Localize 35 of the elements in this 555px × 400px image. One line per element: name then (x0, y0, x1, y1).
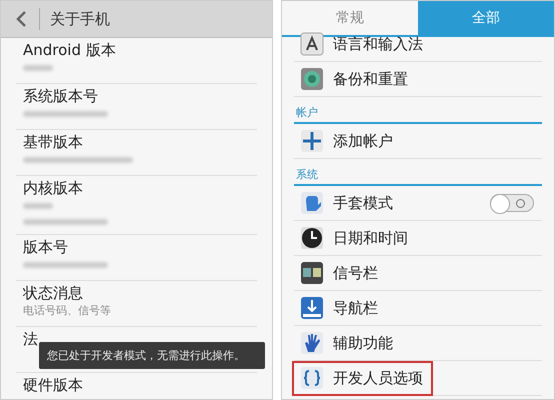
info-item-label[interactable]: 版本号 (23, 237, 68, 257)
backup-icon (300, 67, 324, 91)
info-item-label[interactable]: 硬件版本 (23, 375, 83, 395)
plus-icon (300, 129, 324, 153)
settings-item-label[interactable]: 手套模式 (333, 194, 393, 212)
section-header: 系统 (296, 168, 318, 181)
info-item-label[interactable]: 系统版本号 (23, 86, 98, 106)
developer-mode-toast: 您已处于开发者模式，无需进行此操作。 (39, 342, 265, 369)
hand-icon (300, 331, 324, 355)
keyboard-icon (300, 32, 324, 56)
settings-item-label[interactable]: 添加帐户 (333, 132, 393, 150)
settings-item-label[interactable]: 语言和输入法 (333, 34, 423, 54)
navigation-bar-icon (300, 296, 324, 320)
settings-item-label[interactable]: 信号栏 (333, 264, 378, 282)
back-icon[interactable] (15, 10, 27, 28)
info-item-label[interactable]: 状态消息 (23, 283, 83, 303)
info-item-label[interactable]: 内核版本 (23, 178, 83, 198)
info-item-label[interactable]: 法 (23, 329, 38, 349)
section-header: 帐户 (296, 106, 318, 119)
toggle-switch[interactable] (490, 194, 534, 212)
settings-item-label[interactable]: 导航栏 (333, 298, 378, 318)
info-item-value: 电话号码、信号等 (23, 303, 111, 318)
status-bar-icon (300, 261, 324, 285)
info-item-label[interactable]: 基带版本 (23, 132, 83, 152)
settings-item-label[interactable]: 日期和时间 (333, 228, 408, 248)
clock-icon (300, 226, 324, 250)
settings-item-label[interactable]: 辅助功能 (333, 334, 393, 352)
settings-item-label[interactable]: 备份和重置 (333, 70, 408, 88)
blurred-value (23, 65, 53, 71)
info-item-label[interactable]: Android 版本 (23, 40, 116, 60)
glove-icon (300, 191, 324, 215)
screen-title: 关于手机 (50, 10, 110, 28)
braces-icon (300, 366, 324, 390)
settings-item-label[interactable]: 开发人员选项 (333, 368, 423, 388)
blurred-value (23, 203, 53, 209)
